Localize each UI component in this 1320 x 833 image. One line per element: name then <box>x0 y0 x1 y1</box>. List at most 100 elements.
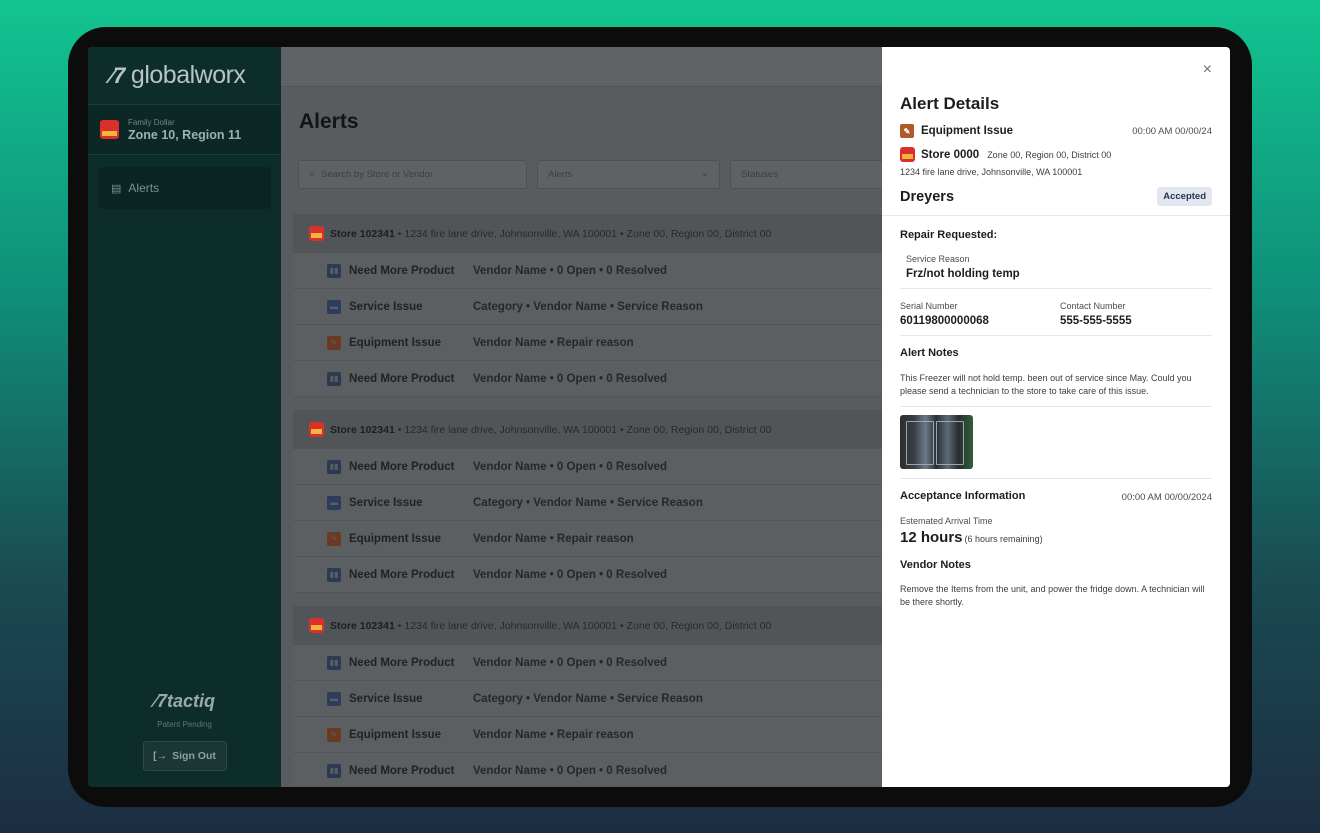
store-group: Store 102341 • 1234 fire lane drive, Joh… <box>293 214 913 397</box>
account-brand: Family Dollar <box>128 117 175 127</box>
alert-row[interactable]: ▮▮ Need More Product Vendor Name • 0 Open … <box>293 753 913 787</box>
alerts-filter-select[interactable]: Alerts ⌄ <box>537 160 720 189</box>
panel-title: Alert Details <box>900 94 1000 113</box>
eta-label: Estemated Arrival Time <box>900 516 993 526</box>
wrench-icon: ✎ <box>900 124 914 138</box>
alert-row[interactable]: ▮▮ Need More Product Vendor Name • 0 Open … <box>293 361 913 397</box>
alert-type: Equipment Issue <box>921 125 1014 137</box>
alert-type: Need More Product <box>349 264 455 277</box>
store-group-header[interactable]: Store 102341 • 1234 fire lane drive, Joh… <box>293 214 913 253</box>
store-group-header[interactable]: Store 102341 • 1234 fire lane drive, Joh… <box>293 606 913 645</box>
product-icon: ▮▮ <box>327 459 341 474</box>
statuses-filter-select[interactable]: Statuses <box>730 160 900 189</box>
chevron-down-icon: ⌄ <box>700 168 709 179</box>
alert-row[interactable]: ▮▮ Need More Product Vendor Name • 0 Open … <box>293 557 913 593</box>
vendor-name: Dreyers <box>900 189 955 205</box>
page-title: Alerts <box>299 110 359 133</box>
alert-row[interactable]: ▬ Service Issue Category • Vendor Name • S… <box>293 681 913 717</box>
product-icon: ▮▮ <box>327 371 341 386</box>
alert-type: Service Issue <box>349 692 423 705</box>
sidebar-item-alerts[interactable]: ▤ Alerts <box>98 167 271 209</box>
alert-detail: Category • Vendor Name • Service Reason <box>473 496 703 509</box>
product-icon: ▮▮ <box>327 763 341 778</box>
alert-detail: Vendor Name • 0 Open • 0 Resolved <box>473 264 668 277</box>
freezer-photo[interactable] <box>900 415 973 469</box>
store-name: Store 0000 <box>921 148 980 161</box>
divider <box>900 335 1212 336</box>
patent-text: Patent Pending <box>157 720 212 729</box>
alert-detail: Vendor Name • Repair reason <box>473 532 634 545</box>
filter-bar: ⌕ Search by Store or Vendor Alerts ⌄ Sta… <box>298 160 900 189</box>
alert-type: Need More Product <box>349 372 455 385</box>
document-icon: ▤ <box>111 182 122 195</box>
alert-notes-text: This Freezer will not hold temp. been ou… <box>900 373 1192 396</box>
alert-row[interactable]: ✎ Equipment Issue Vendor Name • Repair rea… <box>293 717 913 753</box>
wrench-icon: ✎ <box>327 335 341 350</box>
serial-value: 60119800000068 <box>900 315 989 327</box>
tactiq-mark-icon: ⁄7 <box>153 691 167 711</box>
alert-row[interactable]: ▮▮ Need More Product Vendor Name • 0 Open … <box>293 449 913 485</box>
wrench-icon: ✎ <box>327 531 341 546</box>
alert-detail: Vendor Name • 0 Open • 0 Resolved <box>473 460 668 473</box>
product-icon: ▮▮ <box>327 263 341 278</box>
store-name: Store 102341 <box>330 423 395 436</box>
family-dollar-logo-icon <box>100 120 119 139</box>
wrench-icon: ✎ <box>327 727 341 742</box>
alert-row[interactable]: ▬ Service Issue Category • Vendor Name • S… <box>293 289 913 325</box>
status-badge: Accepted <box>1157 187 1212 206</box>
store-name: Store 102341 <box>330 619 395 632</box>
service-reason-value: Frz/not holding temp <box>906 268 1020 280</box>
sign-out-button[interactable]: [→ Sign Out <box>142 741 227 771</box>
alert-detail: Category • Vendor Name • Service Reason <box>473 692 703 705</box>
alert-detail: Vendor Name • 0 Open • 0 Resolved <box>473 372 668 385</box>
alert-groups: Store 102341 • 1234 fire lane drive, Joh… <box>293 214 913 787</box>
store-line: Store 0000 Zone 00, Region 00, District … <box>900 147 1111 162</box>
search-icon: ⌕ <box>309 168 316 180</box>
alert-detail: Vendor Name • 0 Open • 0 Resolved <box>473 764 668 777</box>
alert-detail: Vendor Name • Repair reason <box>473 336 634 349</box>
alert-type-line: ✎ Equipment Issue <box>900 124 1013 138</box>
tactiq-logo: ⁄7tactiq <box>88 691 281 712</box>
alert-detail: Vendor Name • 0 Open • 0 Resolved <box>473 568 668 581</box>
store-name: Store 102341 <box>330 227 395 240</box>
serial-label: Serial Number <box>900 301 958 311</box>
globalworx-mark-icon: ⁄7 <box>110 62 125 88</box>
close-icon[interactable]: × <box>1203 61 1212 79</box>
alert-type: Service Issue <box>349 300 423 313</box>
store-group-header[interactable]: Store 102341 • 1234 fire lane drive, Joh… <box>293 410 913 449</box>
sign-out-icon: [→ <box>153 750 168 762</box>
service-icon: ▬ <box>327 495 341 510</box>
search-input[interactable]: ⌕ Search by Store or Vendor <box>298 160 527 189</box>
app-screen: ⁄7 globalworx Family Dollar Zone 10, Reg… <box>88 47 1230 787</box>
alert-detail: Category • Vendor Name • Service Reason <box>473 300 703 313</box>
alert-detail: Vendor Name • Repair reason <box>473 728 634 741</box>
service-icon: ▬ <box>327 299 341 314</box>
family-dollar-logo-icon <box>900 147 915 162</box>
alert-row[interactable]: ▮▮ Need More Product Vendor Name • 0 Open … <box>293 253 913 289</box>
alert-row[interactable]: ✎ Equipment Issue Vendor Name • Repair rea… <box>293 325 913 361</box>
alert-type: Equipment Issue <box>349 532 442 545</box>
main-content: Alerts ⌕ Search by Store or Vendor Alert… <box>281 47 913 787</box>
alert-type: Equipment Issue <box>349 336 442 349</box>
alert-row[interactable]: ▬ Service Issue Category • Vendor Name • S… <box>293 485 913 521</box>
account-switcher[interactable]: Family Dollar Zone 10, Region 11 <box>88 105 281 155</box>
eta-hours: 12 hours <box>900 529 963 546</box>
acceptance-time: 00:00 AM 00/00/2024 <box>1121 492 1212 503</box>
store-info: • 1234 fire lane drive, Johnsonville, WA… <box>397 619 772 632</box>
service-reason-label: Service Reason <box>906 254 970 264</box>
alert-details-panel: × Alert Details ✎ Equipment Issue 00:00 … <box>882 47 1230 787</box>
family-dollar-logo-icon <box>309 618 324 633</box>
alert-type: Need More Product <box>349 764 455 777</box>
alert-detail: Vendor Name • 0 Open • 0 Resolved <box>473 656 668 669</box>
eta-remaining: (6 hours remaining) <box>964 534 1043 544</box>
sidebar-item-label: Alerts <box>128 181 160 195</box>
globalworx-logo: ⁄7 globalworx <box>88 47 281 105</box>
service-icon: ▬ <box>327 691 341 706</box>
divider <box>882 215 1230 216</box>
divider <box>900 478 1212 479</box>
account-zone: Zone 10, Region 11 <box>128 127 242 142</box>
alert-row[interactable]: ✎ Equipment Issue Vendor Name • Repair rea… <box>293 521 913 557</box>
alert-row[interactable]: ▮▮ Need More Product Vendor Name • 0 Open … <box>293 645 913 681</box>
divider <box>900 288 1212 289</box>
alert-type: Need More Product <box>349 568 455 581</box>
